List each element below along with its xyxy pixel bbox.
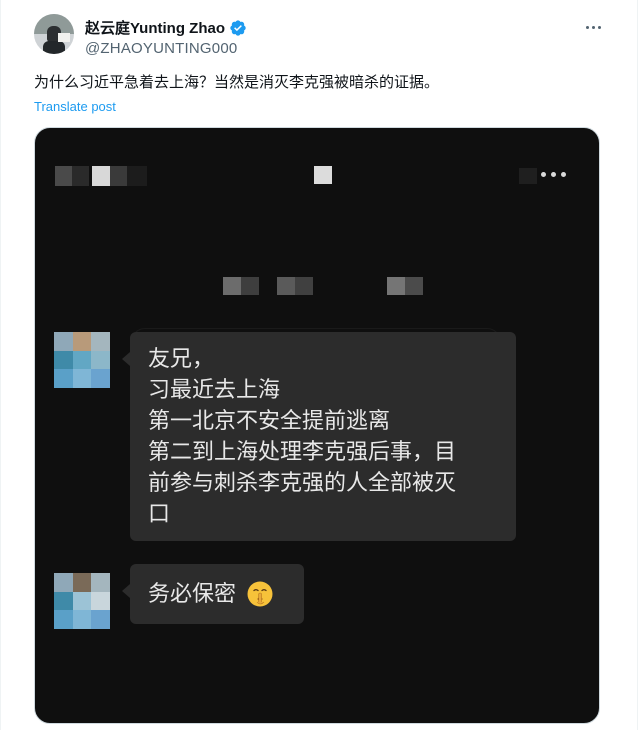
message-bubble: 友兄， 习最近去上海 第一北京不安全提前逃离 第二到上海处理李克强后事，目 前参… bbox=[122, 332, 516, 541]
author-name-row[interactable]: 赵云庭Yunting Zhao bbox=[85, 18, 247, 37]
sender-avatar[interactable] bbox=[54, 573, 110, 629]
pixelated-label bbox=[277, 277, 313, 295]
message-line: 第一北京不安全提前逃离 bbox=[148, 409, 391, 434]
author-display-name[interactable]: 赵云庭Yunting Zhao bbox=[85, 17, 225, 38]
shushing-face-icon bbox=[247, 581, 273, 607]
message-line: 前参与刺杀李克强的人全部被灭 bbox=[148, 471, 457, 496]
verified-badge-icon bbox=[230, 19, 246, 36]
translate-post-link[interactable]: Translate post bbox=[34, 99, 116, 114]
author-avatar[interactable] bbox=[34, 14, 74, 54]
message-line: 口 bbox=[148, 502, 171, 527]
pixelated-header bbox=[55, 166, 155, 186]
pixelated-header-block-right bbox=[519, 168, 537, 184]
pixelated-label bbox=[223, 277, 259, 295]
message-bubble: 务必保密 bbox=[122, 564, 304, 624]
message-line: 习最近去上海 bbox=[148, 378, 281, 403]
sender-avatar[interactable] bbox=[54, 332, 110, 388]
author-handle[interactable]: @ZHAOYUNTING000 bbox=[85, 40, 237, 57]
chat-menu-icon[interactable] bbox=[541, 172, 566, 177]
message-text: 务必保密 bbox=[148, 581, 237, 607]
pixelated-header-block bbox=[314, 166, 332, 184]
more-options-icon[interactable] bbox=[583, 17, 603, 37]
pixelated-label bbox=[387, 277, 423, 295]
post-image[interactable]: 友兄， 习最近去上海 第一北京不安全提前逃离 第二到上海处理李克强后事，目 前参… bbox=[34, 127, 600, 724]
message-line: 第二到上海处理李克强后事，目 bbox=[148, 440, 457, 465]
post-text: 为什么习近平急着去上海？当然是消灭李克强被暗杀的证据。 bbox=[34, 74, 440, 91]
message-line: 友兄， bbox=[148, 347, 215, 372]
tweet: 赵云庭Yunting Zhao @ZHAOYUNTING000 为什么习近平急着… bbox=[0, 0, 638, 730]
